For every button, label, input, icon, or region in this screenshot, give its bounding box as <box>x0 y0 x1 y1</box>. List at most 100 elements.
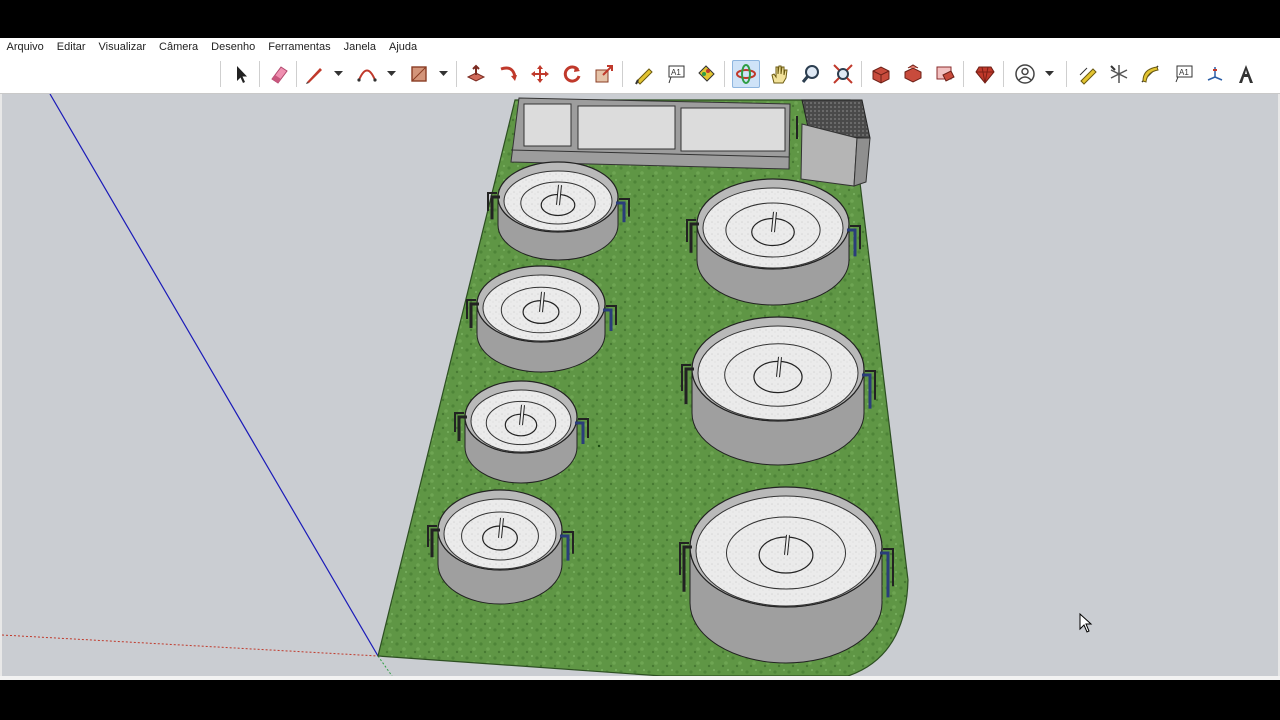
push-pull-tool-button[interactable] <box>462 60 490 88</box>
components-tool-icon <box>904 64 922 83</box>
3d-text-button[interactable]: A1 <box>1170 60 1198 88</box>
3d-text-tool-icon: A1 <box>1175 65 1193 83</box>
toolbar-separator <box>963 61 964 87</box>
menu-arquivo[interactable]: Arquivo <box>0 41 50 53</box>
account-button[interactable] <box>1011 60 1039 88</box>
select-tool-button[interactable] <box>227 60 255 88</box>
circular-tank[interactable] <box>681 316 876 466</box>
toolbar-separator <box>259 61 260 87</box>
warehouse-tool-icon <box>872 66 890 84</box>
green-axis-dotted <box>377 655 393 676</box>
zoom-extents-tool-icon <box>833 64 853 84</box>
red-axis-dotted <box>2 634 379 657</box>
dimension-tool-button[interactable] <box>1074 60 1102 88</box>
arc-tool-dropdown[interactable] <box>385 66 397 82</box>
menu-ajuda[interactable]: Ajuda <box>383 41 424 53</box>
scene-canvas[interactable] <box>2 94 1278 676</box>
toolbar-separator <box>861 61 862 87</box>
chevron-down-icon <box>386 71 396 76</box>
protractor-tool-button[interactable] <box>1136 60 1164 88</box>
toolbar-separator <box>296 61 297 87</box>
eraser-tool-button[interactable] <box>265 60 293 88</box>
ruby-console-button[interactable] <box>971 60 999 88</box>
blue-axis-line <box>49 94 379 657</box>
section-plane-tool-icon <box>1207 67 1223 81</box>
move-tool-icon <box>531 65 549 83</box>
main-toolbar: A1 A1 <box>0 56 1280 94</box>
chevron-down-icon <box>1044 71 1054 76</box>
menu-bar: Arquivo Editar Visualizar Câmera Desenho… <box>0 38 1280 56</box>
paint-bucket-tool-icon <box>698 65 715 82</box>
3d-warehouse-button[interactable] <box>867 60 895 88</box>
svg-text:A1: A1 <box>1179 68 1189 77</box>
extension-warehouse-button[interactable] <box>931 60 959 88</box>
zoom-tool-button[interactable] <box>797 60 825 88</box>
arc-tool-button[interactable] <box>353 60 381 88</box>
pan-tool-icon <box>771 65 788 84</box>
dimension-tool-icon <box>1079 67 1097 85</box>
menu-editar[interactable]: Editar <box>50 41 92 53</box>
orbit-tool-button[interactable] <box>732 60 760 88</box>
rotate-tool-button[interactable] <box>558 60 586 88</box>
account-tool-icon <box>1015 64 1035 84</box>
push-pull-tool-icon <box>466 64 486 82</box>
toolbar-separator <box>456 61 457 87</box>
extension-warehouse-tool-icon <box>936 66 955 82</box>
components-button[interactable] <box>899 60 927 88</box>
text-tool-icon: A1 <box>668 65 685 84</box>
tape-measure-tool-button[interactable] <box>630 60 658 88</box>
follow-me-tool-button[interactable] <box>494 60 522 88</box>
axes-tool-icon <box>1110 65 1128 83</box>
arc-tool-icon <box>357 69 377 82</box>
toolbar-separator <box>220 61 221 87</box>
toolbar-separator <box>622 61 623 87</box>
tape-measure-tool-icon <box>635 68 653 85</box>
scale-tool-button[interactable] <box>590 60 618 88</box>
circular-tank[interactable] <box>679 486 894 664</box>
protractor-tool-icon <box>1141 65 1159 83</box>
follow-me-tool-icon <box>500 66 517 81</box>
3d-viewport[interactable] <box>0 94 1280 676</box>
rotate-tool-icon <box>563 65 581 83</box>
menu-janela[interactable]: Janela <box>337 41 382 53</box>
orbit-tool-icon <box>736 64 756 84</box>
chevron-down-icon <box>333 71 343 76</box>
circular-tank[interactable] <box>466 265 617 373</box>
rectangular-tank[interactable] <box>510 97 791 170</box>
pencil-line-tool-icon <box>306 68 322 84</box>
text-tool-button[interactable]: A1 <box>662 60 690 88</box>
axes-tool-button[interactable] <box>1105 60 1133 88</box>
account-dropdown[interactable] <box>1043 66 1055 82</box>
circular-tank[interactable] <box>686 178 861 306</box>
toolbar-separator <box>1066 61 1067 87</box>
menu-visualizar[interactable]: Visualizar <box>92 41 153 53</box>
rectangle-tool-dropdown[interactable] <box>437 66 449 82</box>
paint-bucket-tool-button[interactable] <box>692 60 720 88</box>
menu-desenho[interactable]: Desenho <box>205 41 262 53</box>
menu-ferramentas[interactable]: Ferramentas <box>262 41 337 53</box>
rectangle-tool-button[interactable] <box>405 60 433 88</box>
select-tool-icon <box>237 66 247 83</box>
scale-tool-icon <box>595 65 613 83</box>
small-building[interactable] <box>796 99 871 187</box>
status-bar <box>0 676 1280 680</box>
3d-text-a-tool-icon <box>1239 65 1253 83</box>
section-plane-button[interactable] <box>1201 60 1229 88</box>
circular-tank[interactable] <box>427 489 574 605</box>
move-tool-button[interactable] <box>526 60 554 88</box>
toolbar-separator <box>724 61 725 87</box>
eraser-tool-icon <box>271 66 288 84</box>
pan-tool-button[interactable] <box>765 60 793 88</box>
chevron-down-icon <box>438 71 448 76</box>
scene-marker <box>597 444 601 448</box>
rectangle-tool-icon <box>411 66 427 82</box>
svg-text:A1: A1 <box>671 68 681 77</box>
3d-text-a-button[interactable] <box>1232 60 1260 88</box>
menu-camera[interactable]: Câmera <box>153 41 205 53</box>
zoom-tool-icon <box>801 65 819 83</box>
line-tool-button[interactable] <box>300 60 328 88</box>
zoom-extents-tool-button[interactable] <box>829 60 857 88</box>
line-tool-dropdown[interactable] <box>332 66 344 82</box>
sketchup-window: Arquivo Editar Visualizar Câmera Desenho… <box>0 38 1280 680</box>
ruby-tool-icon <box>975 66 995 84</box>
